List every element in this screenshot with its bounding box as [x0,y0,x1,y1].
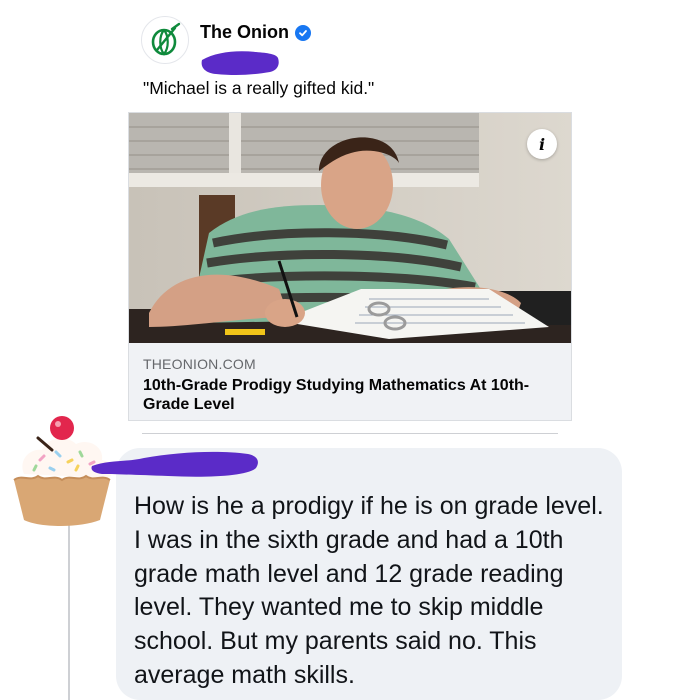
link-title[interactable]: 10th-Grade Prodigy Studying Mathematics … [143,376,563,414]
info-icon[interactable]: i [527,129,557,159]
comment-text: How is he a prodigy if he is on grade le… [134,492,604,689]
onion-logo-icon [151,22,181,56]
divider [142,433,558,434]
post-caption: "Michael is a really gifted kid." [143,78,375,98]
thread-line [68,520,70,700]
verified-badge-icon [295,24,311,41]
link-preview-card[interactable]: i THEONION.COM 10th-Grade Prodigy Studyi… [128,112,572,421]
link-domain: THEONION.COM [143,356,256,372]
redaction-mark [201,51,279,76]
page-avatar[interactable] [141,16,189,64]
redaction-mark [91,451,258,477]
article-photo[interactable] [129,113,571,343]
page-name-row: The Onion [200,22,311,43]
page-name[interactable]: The Onion [200,22,289,43]
